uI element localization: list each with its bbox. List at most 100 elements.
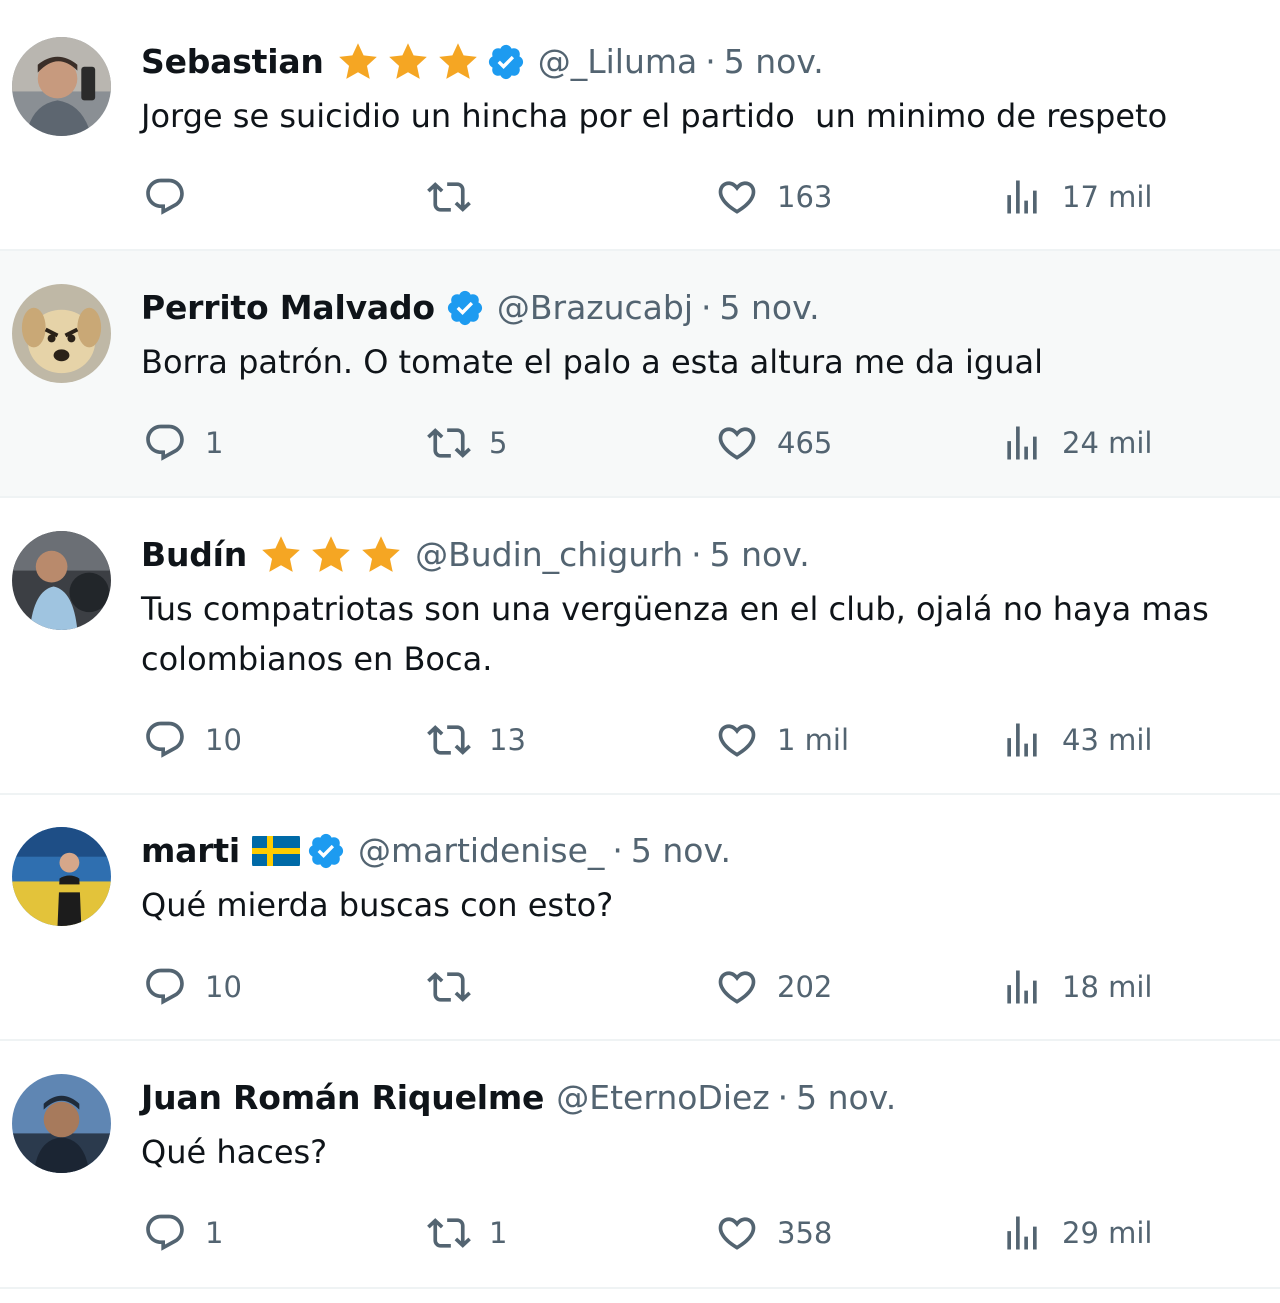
views-icon xyxy=(1000,421,1044,465)
verified-badge-icon[interactable] xyxy=(445,288,485,328)
reply-button[interactable]: 10 xyxy=(143,964,242,1010)
reply-button[interactable]: 1 xyxy=(143,420,223,466)
sweden-flag-icon xyxy=(252,834,300,868)
user-handle[interactable]: @martidenise_ xyxy=(358,827,604,875)
retweet-button[interactable] xyxy=(427,174,489,220)
views-count: 24 mil xyxy=(1062,426,1153,460)
retweet-button[interactable] xyxy=(427,964,489,1010)
avatar[interactable] xyxy=(12,827,111,926)
like-button[interactable]: 1 mil xyxy=(715,717,849,763)
retweet-button[interactable]: 5 xyxy=(427,420,507,466)
reply-icon xyxy=(143,421,187,465)
reply-icon xyxy=(143,1211,187,1255)
user-handle[interactable]: @_Liluma xyxy=(538,38,698,86)
like-button[interactable]: 358 xyxy=(715,1210,832,1256)
retweet-icon xyxy=(427,1211,471,1255)
views-icon xyxy=(1000,1211,1044,1255)
tweet-text: Qué mierda buscas con esto? xyxy=(141,886,614,924)
verified-badge-icon[interactable] xyxy=(486,42,526,82)
star-icon xyxy=(309,533,353,577)
user-handle[interactable]: @Brazucabj xyxy=(497,284,693,332)
tweet-text: Qué haces? xyxy=(141,1133,328,1171)
reply-button[interactable] xyxy=(143,174,205,220)
star-icon xyxy=(336,40,380,84)
retweet-button[interactable]: 13 xyxy=(427,717,526,763)
timestamp[interactable]: 5 nov. xyxy=(631,827,731,875)
like-count: 465 xyxy=(777,426,833,460)
retweet-icon xyxy=(427,421,471,465)
separator-dot: · xyxy=(777,1078,789,1117)
views-icon xyxy=(1000,175,1044,219)
views-count: 29 mil xyxy=(1062,1216,1153,1250)
tweet-card[interactable]: marti @martidenise_ · 5 nov. Qué mierda … xyxy=(0,795,1280,1041)
reply-button[interactable]: 1 xyxy=(143,1210,223,1256)
tweet-card[interactable]: Perrito Malvado @Brazucabj · 5 nov. Borr… xyxy=(0,251,1280,498)
avatar[interactable] xyxy=(12,284,111,383)
views-count: 43 mil xyxy=(1062,723,1153,757)
views-button[interactable]: 18 mil xyxy=(1000,964,1152,1010)
views-button[interactable]: 24 mil xyxy=(1000,420,1152,466)
like-button[interactable]: 202 xyxy=(715,964,832,1010)
retweet-icon xyxy=(427,175,471,219)
retweet-icon xyxy=(427,965,471,1009)
timestamp[interactable]: 5 nov. xyxy=(710,531,810,579)
tweet-card[interactable]: Sebastian @_Liluma · 5 nov. Jorge se sui… xyxy=(0,0,1280,251)
timestamp[interactable]: 5 nov. xyxy=(796,1074,896,1122)
views-button[interactable]: 17 mil xyxy=(1000,174,1152,220)
tweet-card[interactable]: Budín @Budin_chigurh · 5 nov. Tus compat… xyxy=(0,498,1280,795)
avatar[interactable] xyxy=(12,531,111,630)
views-icon xyxy=(1000,718,1044,762)
like-button[interactable]: 465 xyxy=(715,420,832,466)
like-button[interactable]: 163 xyxy=(715,174,832,220)
avatar[interactable] xyxy=(12,1074,111,1173)
separator-dot: · xyxy=(691,535,702,574)
like-count: 1 mil xyxy=(777,723,850,757)
retweet-button[interactable]: 1 xyxy=(427,1210,507,1256)
like-icon xyxy=(715,421,759,465)
like-count: 358 xyxy=(777,1216,833,1250)
reply-button[interactable]: 10 xyxy=(143,717,242,763)
views-button[interactable]: 29 mil xyxy=(1000,1210,1152,1256)
tweet-header: Perrito Malvado @Brazucabj · 5 nov. xyxy=(141,284,820,332)
display-name[interactable]: Perrito Malvado xyxy=(141,284,435,332)
retweet-count: 13 xyxy=(489,723,526,757)
tweet-text: Jorge se suicidio un hincha por el parti… xyxy=(141,97,1168,135)
tweet-card[interactable]: Juan Román Riquelme @EternoDiez · 5 nov.… xyxy=(0,1041,1280,1289)
verified-badge-icon[interactable] xyxy=(306,831,346,871)
star-icon xyxy=(386,40,430,84)
display-name[interactable]: Juan Román Riquelme xyxy=(141,1074,544,1122)
like-icon xyxy=(715,718,759,762)
reply-count: 10 xyxy=(205,970,242,1004)
views-button[interactable]: 43 mil xyxy=(1000,717,1152,763)
tweet-header: marti @martidenise_ · 5 nov. xyxy=(141,827,731,875)
timestamp[interactable]: 5 nov. xyxy=(720,284,820,332)
display-name[interactable]: Sebastian xyxy=(141,38,324,86)
like-count: 163 xyxy=(777,180,833,214)
star-icon xyxy=(359,533,403,577)
avatar[interactable] xyxy=(12,37,111,136)
views-count: 17 mil xyxy=(1062,180,1153,214)
retweet-count: 1 xyxy=(489,1216,508,1250)
reply-icon xyxy=(143,718,187,762)
retweet-icon xyxy=(427,718,471,762)
reply-count: 10 xyxy=(205,723,242,757)
user-handle[interactable]: @Budin_chigurh xyxy=(415,531,683,579)
tweet-text: Tus compatriotas son una vergüenza en el… xyxy=(141,590,1219,678)
star-icon xyxy=(259,533,303,577)
like-icon xyxy=(715,965,759,1009)
like-icon xyxy=(715,175,759,219)
timestamp[interactable]: 5 nov. xyxy=(724,38,824,86)
tweet-header: Sebastian @_Liluma · 5 nov. xyxy=(141,38,824,86)
like-count: 202 xyxy=(777,970,833,1004)
display-name[interactable]: marti xyxy=(141,827,240,875)
display-name[interactable]: Budín xyxy=(141,531,247,579)
views-icon xyxy=(1000,965,1044,1009)
separator-dot: · xyxy=(705,42,716,81)
views-count: 18 mil xyxy=(1062,970,1153,1004)
retweet-count: 5 xyxy=(489,426,508,460)
tweet-text: Borra patrón. O tomate el palo a esta al… xyxy=(141,343,1044,381)
user-handle[interactable]: @EternoDiez xyxy=(556,1074,769,1122)
star-icon xyxy=(436,40,480,84)
reply-icon xyxy=(143,965,187,1009)
reply-count: 1 xyxy=(205,1216,224,1250)
